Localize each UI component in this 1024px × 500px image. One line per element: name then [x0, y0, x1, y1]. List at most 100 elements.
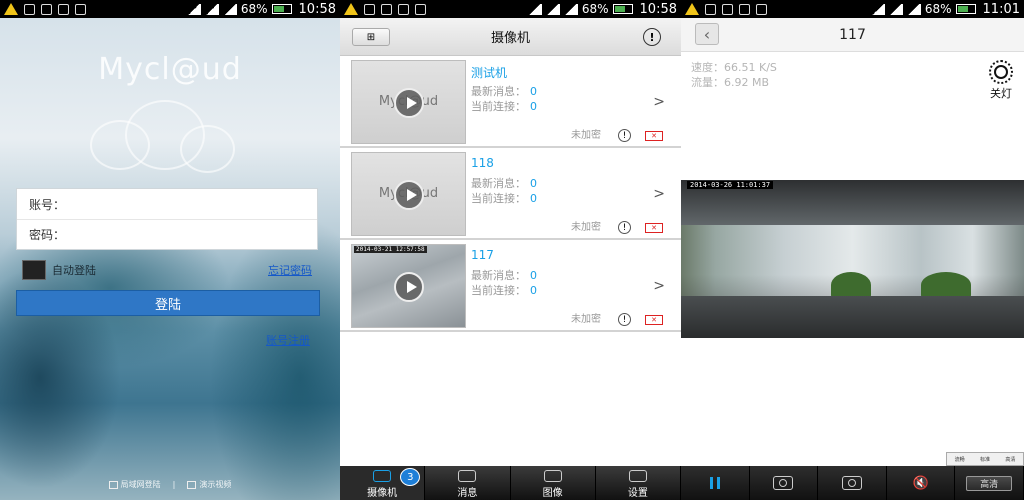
notification-icon [58, 3, 69, 15]
tab-image[interactable]: 图像 [511, 466, 596, 500]
password-field[interactable]: 密码： [17, 219, 317, 249]
chevron-right-icon[interactable]: > [653, 94, 665, 110]
account-field[interactable]: 账号： [17, 189, 317, 219]
signal-icon [906, 3, 921, 15]
tab-label: 消息 [457, 488, 478, 499]
play-icon[interactable] [394, 180, 424, 210]
bottom-links: 局域网登陆 | 演示视频 [0, 479, 340, 490]
clock: 10:58 [639, 1, 677, 17]
mute-button[interactable]: 🔇 [887, 466, 956, 500]
video-stream[interactable]: 2014-03-26 11:01:37 [681, 180, 1024, 338]
login-button[interactable]: 登陆 [16, 290, 320, 316]
login-screen: 68% 10:58 Mycl@ud 账号： 密码： 自动登陆 忘记密码 登陆 账 [0, 0, 340, 500]
camera-offline-icon[interactable]: ✕ [645, 315, 663, 325]
camera-info-icon[interactable]: ! [618, 221, 631, 234]
chevron-right-icon[interactable]: > [653, 186, 665, 202]
divider: | [172, 480, 176, 489]
info-icon: ! [649, 30, 655, 44]
chevron-right-icon[interactable]: > [653, 278, 665, 294]
traffic-readout: 流量：6.92 MB [691, 76, 770, 89]
camera-offline-icon[interactable]: ✕ [645, 131, 663, 141]
login-form: 账号： 密码： [16, 188, 318, 250]
hd-button-label: 高清 [966, 475, 1013, 491]
tab-gear[interactable]: 设置 [596, 466, 681, 500]
tab-label: 摄像机 [367, 488, 398, 499]
video-plant [831, 272, 871, 298]
page-title: 摄像机 [490, 31, 530, 46]
tab-label: 设置 [627, 488, 648, 499]
record-button[interactable] [818, 466, 887, 500]
android-icon [75, 3, 86, 15]
camera-icon [373, 470, 392, 482]
light-toggle[interactable]: 关灯 [986, 60, 1016, 101]
password-label: 密码： [29, 228, 66, 242]
play-icon[interactable] [394, 272, 424, 302]
thumbnail-timestamp: 2014-03-21 12:57:58 [354, 246, 427, 253]
latest-messages-value: 0 [530, 269, 537, 282]
current-connections-label: 当前连接： [471, 192, 526, 205]
camera-list-item[interactable]: Mycl@ud 测试机 最新消息： 0 当前连接： 0 > 未加密 ! ✕ [340, 56, 681, 148]
notification-icon [24, 3, 35, 15]
lan-login-label: 局域网登陆 [120, 480, 161, 489]
wifi-icon [870, 3, 885, 15]
cloud-icon [80, 100, 250, 180]
camera-list-item[interactable]: Mycl@ud 118 最新消息： 0 当前连接： 0 > 未加密 ! ✕ [340, 148, 681, 240]
auto-login-checkbox[interactable] [22, 260, 46, 280]
warning-icon [685, 3, 699, 15]
demo-video-label: 演示视频 [199, 480, 232, 489]
speed-readout: 速度：66.51 K/S [691, 61, 777, 74]
wifi-icon [186, 3, 201, 15]
clock: 10:58 [298, 1, 336, 17]
latest-messages-label: 最新消息： [471, 269, 526, 282]
header-bar: ‹ 117 [681, 18, 1024, 52]
tab-camera[interactable]: 摄像机 3 [340, 466, 426, 500]
play-icon[interactable] [394, 88, 424, 118]
info-button[interactable]: ! [643, 28, 661, 46]
camera-thumbnail[interactable]: Mycl@ud [351, 60, 466, 144]
clock: 11:01 [982, 1, 1020, 17]
pause-icon [709, 477, 720, 489]
current-connections: 当前连接： 0 [471, 190, 537, 206]
auto-login-label: 自动登陆 [52, 264, 96, 277]
current-connections-value: 0 [530, 100, 537, 113]
signal-icon [545, 3, 560, 15]
notification-icon [739, 3, 750, 15]
signal-icon [204, 3, 219, 15]
current-connections-label: 当前连接： [471, 100, 526, 113]
quality-button[interactable]: 高清 [955, 466, 1024, 500]
tab-message[interactable]: 消息 [425, 466, 511, 500]
notification-icon [722, 3, 733, 15]
camera-list-screen: 68% 10:58 ⊞ 摄像机 ! Mycl@ud 测试机 最新消息： 0 当前连… [340, 0, 681, 500]
back-button[interactable]: ‹ [695, 23, 719, 45]
pause-button[interactable] [681, 466, 750, 500]
register-link[interactable]: 账号注册 [266, 332, 310, 348]
add-camera-button[interactable]: ⊞ [352, 28, 390, 46]
lan-login-link[interactable]: 局域网登陆 [108, 479, 161, 490]
demo-video-link[interactable]: 演示视频 [187, 479, 231, 490]
account-label: 账号： [29, 197, 66, 212]
forgot-password-link[interactable]: 忘记密码 [268, 262, 312, 278]
background-image [0, 18, 340, 500]
camera-list-item[interactable]: 2014-03-21 12:57:58 117 最新消息： 0 当前连接： 0 > … [340, 240, 681, 332]
camera-info-icon[interactable]: ! [618, 313, 631, 326]
video-plant [921, 272, 971, 298]
add-camera-icon: ⊞ [366, 31, 376, 43]
snapshot-button[interactable] [750, 466, 819, 500]
camera-thumbnail[interactable]: 2014-03-21 12:57:58 [351, 244, 466, 328]
control-bar: 🔇 高清 [681, 466, 1024, 500]
quality-option[interactable]: 标准 [980, 456, 990, 463]
quality-selector: 流畅 标准 高清 [946, 452, 1024, 466]
android-icon [415, 3, 426, 15]
battery-icon [955, 4, 976, 14]
current-connections-value: 0 [530, 284, 537, 297]
quality-option[interactable]: 高清 [1005, 456, 1015, 463]
camera-offline-icon[interactable]: ✕ [645, 223, 663, 233]
current-connections-label: 当前连接： [471, 284, 526, 297]
current-connections-value: 0 [530, 192, 537, 205]
camera-thumbnail[interactable]: Mycl@ud [351, 152, 466, 236]
stream-stats: 速度：66.51 K/S 流量：6.92 MB [691, 60, 777, 90]
quality-option[interactable]: 流畅 [955, 456, 965, 463]
camera-info-icon[interactable]: ! [618, 129, 631, 142]
warning-icon [344, 3, 358, 15]
video-timestamp: 2014-03-26 11:01:37 [687, 181, 774, 189]
